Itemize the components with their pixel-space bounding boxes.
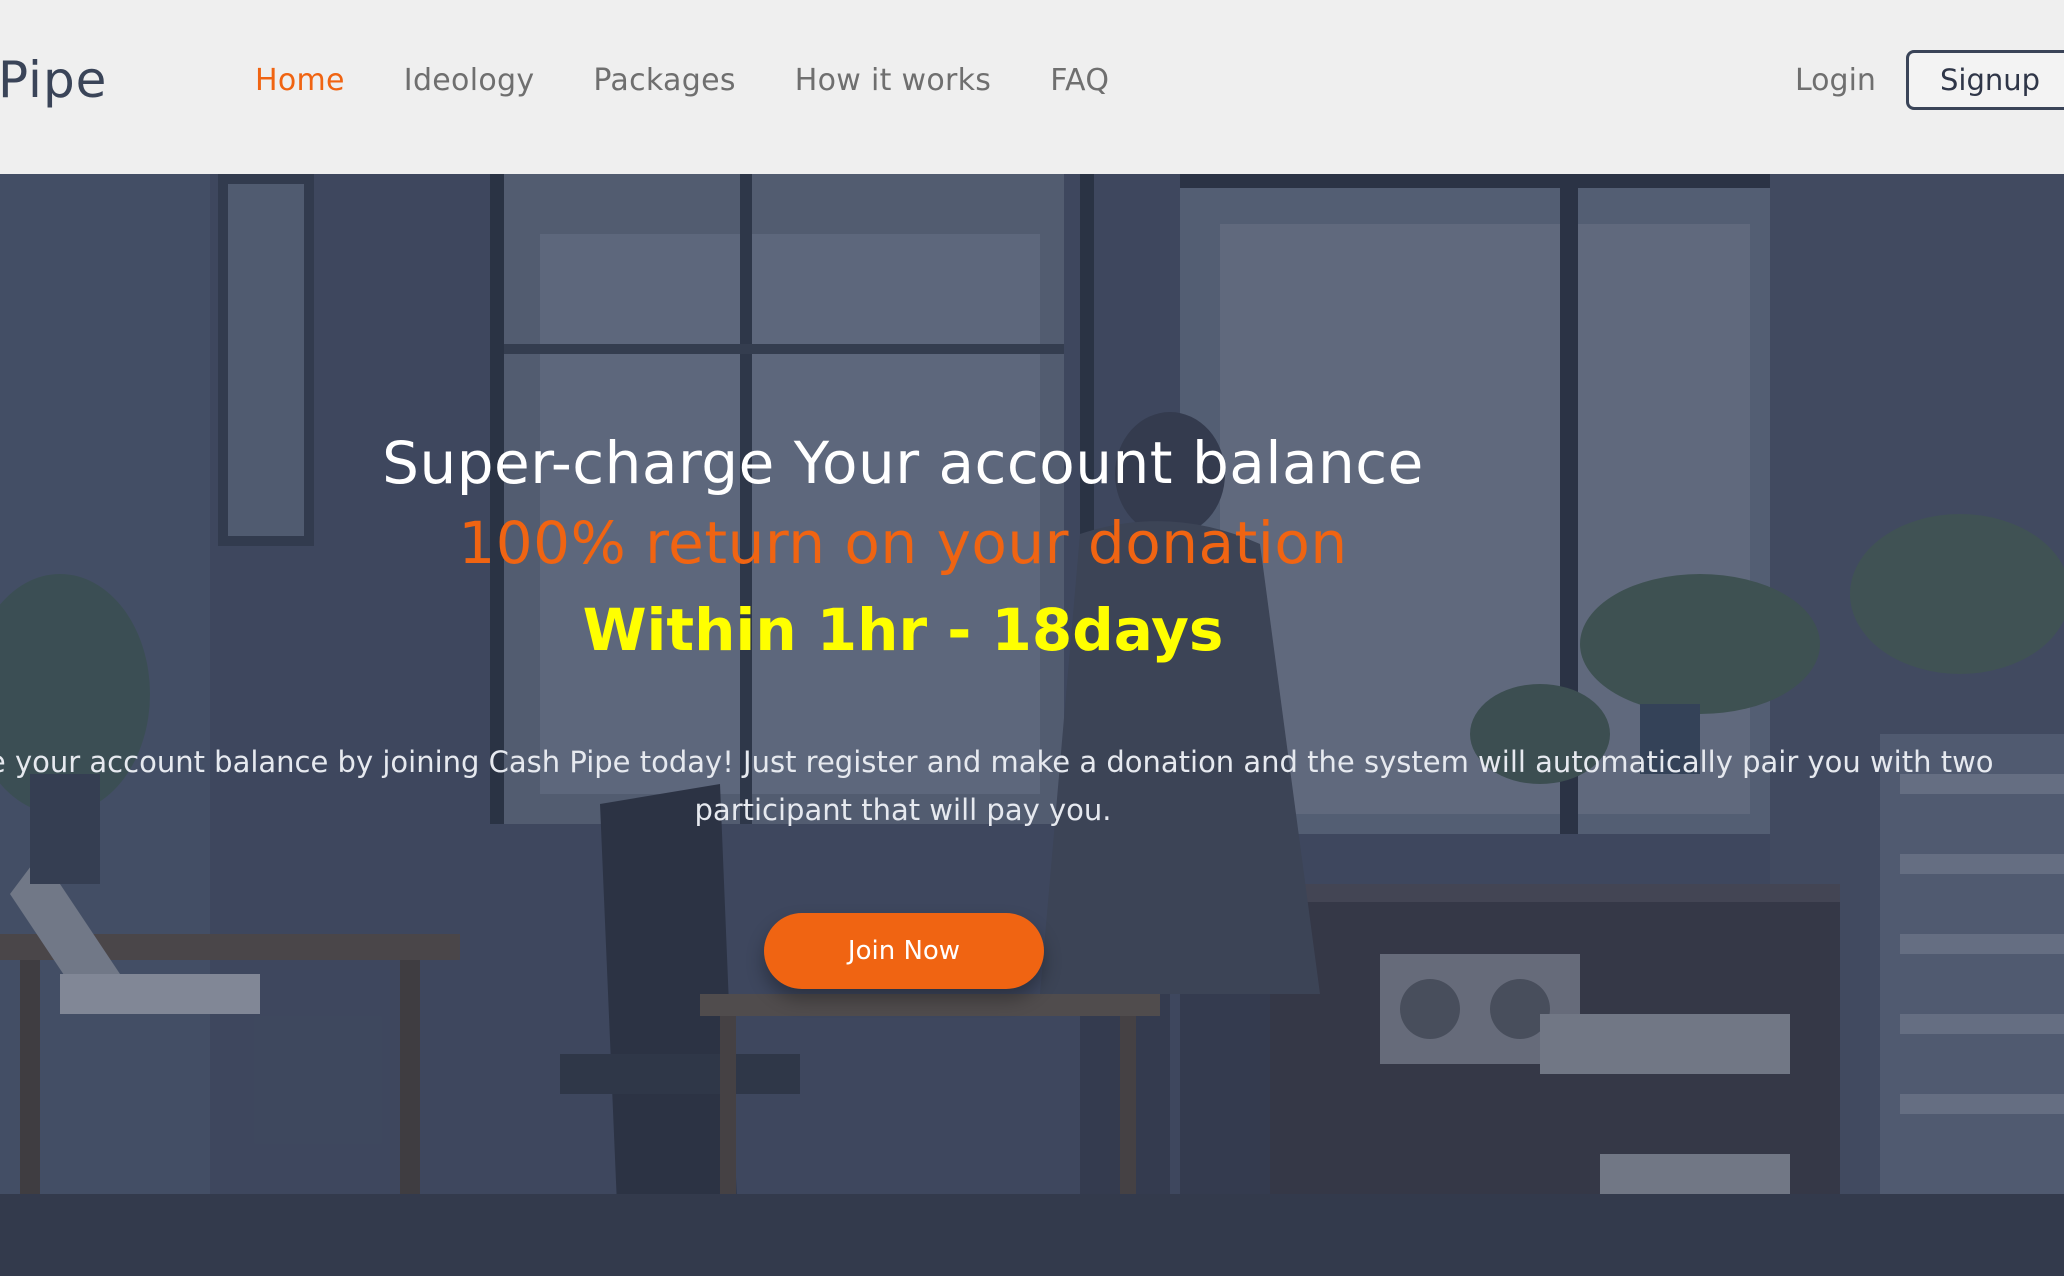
landing-page: Pipe Home Ideology Packages How it works…: [0, 0, 2064, 1276]
brand-logo-text[interactable]: Pipe: [0, 50, 107, 110]
hero-subheadline-timeframe: Within 1hr - 18days: [582, 596, 1224, 664]
hero-subheadline-return: 100% return on your donation: [458, 509, 1348, 577]
nav-links: Home Ideology Packages How it works FAQ: [255, 56, 1168, 106]
hero-headline: Super-charge Your account balance: [382, 429, 1424, 497]
top-navbar: Pipe Home Ideology Packages How it works…: [0, 0, 2064, 174]
signup-button[interactable]: Signup: [1906, 50, 2064, 110]
hero-overlay: [0, 174, 2064, 1276]
hero-section: [0, 174, 2064, 1276]
login-link[interactable]: Login: [1795, 56, 1876, 106]
hero-description: Super-charge your account balance by joi…: [0, 745, 1994, 827]
nav-link-ideology[interactable]: Ideology: [404, 56, 535, 106]
nav-link-home[interactable]: Home: [255, 56, 345, 106]
nav-link-how-it-works[interactable]: How it works: [795, 56, 991, 106]
join-now-button[interactable]: Join Now: [764, 913, 1044, 989]
nav-link-faq[interactable]: FAQ: [1050, 56, 1109, 106]
nav-link-packages[interactable]: Packages: [593, 56, 735, 106]
